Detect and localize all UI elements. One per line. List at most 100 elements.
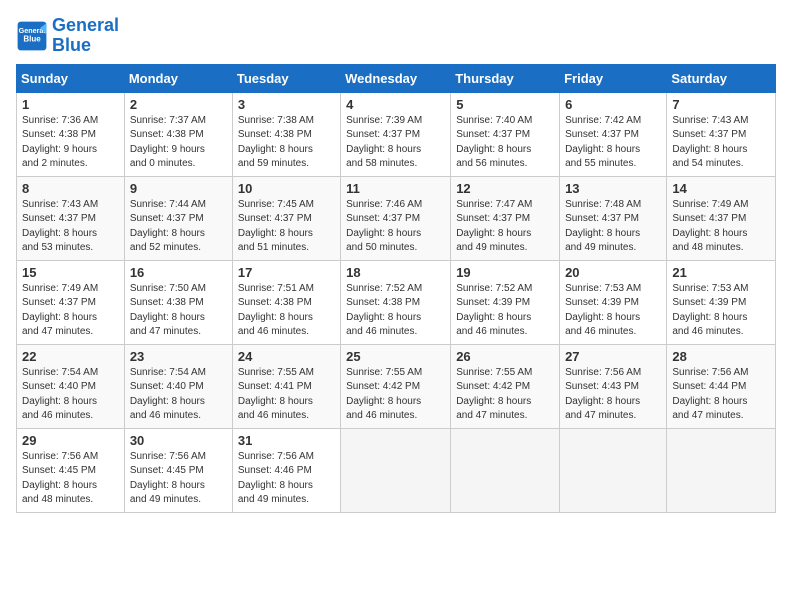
day-detail: Sunrise: 7:56 AM Sunset: 4:43 PM Dayligh… (565, 366, 661, 424)
calendar-cell: 22 Sunrise: 7:54 AM Sunset: 4:40 PM Dayli… (17, 344, 125, 428)
day-detail: Sunrise: 7:55 AM Sunset: 4:42 PM Dayligh… (456, 366, 554, 424)
day-detail: Sunrise: 7:43 AM Sunset: 4:37 PM Dayligh… (22, 198, 119, 256)
day-detail: Sunrise: 7:43 AM Sunset: 4:37 PM Dayligh… (672, 114, 770, 172)
day-detail: Sunrise: 7:42 AM Sunset: 4:37 PM Dayligh… (565, 114, 661, 172)
day-detail: Sunrise: 7:36 AM Sunset: 4:38 PM Dayligh… (22, 114, 119, 172)
day-detail: Sunrise: 7:50 AM Sunset: 4:38 PM Dayligh… (130, 282, 227, 340)
calendar-cell: 3 Sunrise: 7:38 AM Sunset: 4:38 PM Daylig… (232, 92, 340, 176)
day-detail: Sunrise: 7:45 AM Sunset: 4:37 PM Dayligh… (238, 198, 335, 256)
day-detail: Sunrise: 7:39 AM Sunset: 4:37 PM Dayligh… (346, 114, 445, 172)
calendar-cell: 4 Sunrise: 7:39 AM Sunset: 4:37 PM Daylig… (341, 92, 451, 176)
day-header-wednesday: Wednesday (341, 64, 451, 92)
day-detail: Sunrise: 7:55 AM Sunset: 4:42 PM Dayligh… (346, 366, 445, 424)
day-number: 2 (130, 97, 227, 112)
calendar-cell: 25 Sunrise: 7:55 AM Sunset: 4:42 PM Dayli… (341, 344, 451, 428)
calendar-cell (667, 428, 776, 512)
day-number: 8 (22, 181, 119, 196)
calendar-cell: 28Sunrise: 7:56 AM Sunset: 4:44 PM Dayli… (667, 344, 776, 428)
calendar-cell: 2Sunrise: 7:37 AM Sunset: 4:38 PM Daylig… (124, 92, 232, 176)
day-number: 3 (238, 97, 335, 112)
calendar-cell (341, 428, 451, 512)
calendar-cell: 5 Sunrise: 7:40 AM Sunset: 4:37 PM Daylig… (451, 92, 560, 176)
calendar-cell: 7Sunrise: 7:43 AM Sunset: 4:37 PM Daylig… (667, 92, 776, 176)
calendar-week-row: 29 Sunrise: 7:56 AM Sunset: 4:45 PM Dayli… (17, 428, 776, 512)
day-header-thursday: Thursday (451, 64, 560, 92)
calendar-cell: 16 Sunrise: 7:50 AM Sunset: 4:38 PM Dayli… (124, 260, 232, 344)
day-detail: Sunrise: 7:56 AM Sunset: 4:45 PM Dayligh… (22, 450, 119, 508)
calendar-week-row: 1 Sunrise: 7:36 AM Sunset: 4:38 PM Daylig… (17, 92, 776, 176)
day-header-tuesday: Tuesday (232, 64, 340, 92)
day-detail: Sunrise: 7:55 AM Sunset: 4:41 PM Dayligh… (238, 366, 335, 424)
day-number: 17 (238, 265, 335, 280)
day-number: 1 (22, 97, 119, 112)
calendar-table: SundayMondayTuesdayWednesdayThursdayFrid… (16, 64, 776, 513)
calendar-cell: 14 Sunrise: 7:49 AM Sunset: 4:37 PM Dayli… (667, 176, 776, 260)
calendar-cell: 17Sunrise: 7:51 AM Sunset: 4:38 PM Dayli… (232, 260, 340, 344)
day-number: 20 (565, 265, 661, 280)
day-number: 12 (456, 181, 554, 196)
day-detail: Sunrise: 7:54 AM Sunset: 4:40 PM Dayligh… (22, 366, 119, 424)
calendar-cell: 19 Sunrise: 7:52 AM Sunset: 4:39 PM Dayli… (451, 260, 560, 344)
day-detail: Sunrise: 7:56 AM Sunset: 4:45 PM Dayligh… (130, 450, 227, 508)
day-number: 24 (238, 349, 335, 364)
calendar-cell: 1 Sunrise: 7:36 AM Sunset: 4:38 PM Daylig… (17, 92, 125, 176)
calendar-cell: 6 Sunrise: 7:42 AM Sunset: 4:37 PM Daylig… (560, 92, 667, 176)
day-number: 22 (22, 349, 119, 364)
calendar-cell: 29 Sunrise: 7:56 AM Sunset: 4:45 PM Dayli… (17, 428, 125, 512)
day-number: 25 (346, 349, 445, 364)
calendar-cell: 27 Sunrise: 7:56 AM Sunset: 4:43 PM Dayli… (560, 344, 667, 428)
day-detail: Sunrise: 7:52 AM Sunset: 4:39 PM Dayligh… (456, 282, 554, 340)
day-number: 21 (672, 265, 770, 280)
calendar-cell: 26Sunrise: 7:55 AM Sunset: 4:42 PM Dayli… (451, 344, 560, 428)
day-detail: Sunrise: 7:44 AM Sunset: 4:37 PM Dayligh… (130, 198, 227, 256)
day-header-friday: Friday (560, 64, 667, 92)
day-number: 4 (346, 97, 445, 112)
calendar-cell: 12 Sunrise: 7:47 AM Sunset: 4:37 PM Dayli… (451, 176, 560, 260)
calendar-cell: 18 Sunrise: 7:52 AM Sunset: 4:38 PM Dayli… (341, 260, 451, 344)
calendar-week-row: 15Sunrise: 7:49 AM Sunset: 4:37 PM Dayli… (17, 260, 776, 344)
day-number: 18 (346, 265, 445, 280)
logo-icon: General Blue (16, 20, 48, 52)
calendar-cell: 15Sunrise: 7:49 AM Sunset: 4:37 PM Dayli… (17, 260, 125, 344)
calendar-cell: 11Sunrise: 7:46 AM Sunset: 4:37 PM Dayli… (341, 176, 451, 260)
day-header-monday: Monday (124, 64, 232, 92)
day-header-sunday: Sunday (17, 64, 125, 92)
day-detail: Sunrise: 7:46 AM Sunset: 4:37 PM Dayligh… (346, 198, 445, 256)
day-number: 31 (238, 433, 335, 448)
day-detail: Sunrise: 7:47 AM Sunset: 4:37 PM Dayligh… (456, 198, 554, 256)
day-detail: Sunrise: 7:49 AM Sunset: 4:37 PM Dayligh… (22, 282, 119, 340)
calendar-cell: 10Sunrise: 7:45 AM Sunset: 4:37 PM Dayli… (232, 176, 340, 260)
day-number: 13 (565, 181, 661, 196)
day-detail: Sunrise: 7:38 AM Sunset: 4:38 PM Dayligh… (238, 114, 335, 172)
day-number: 9 (130, 181, 227, 196)
day-detail: Sunrise: 7:52 AM Sunset: 4:38 PM Dayligh… (346, 282, 445, 340)
day-number: 29 (22, 433, 119, 448)
day-number: 14 (672, 181, 770, 196)
day-header-saturday: Saturday (667, 64, 776, 92)
day-number: 19 (456, 265, 554, 280)
calendar-week-row: 22 Sunrise: 7:54 AM Sunset: 4:40 PM Dayli… (17, 344, 776, 428)
day-number: 27 (565, 349, 661, 364)
day-detail: Sunrise: 7:54 AM Sunset: 4:40 PM Dayligh… (130, 366, 227, 424)
day-number: 6 (565, 97, 661, 112)
day-number: 16 (130, 265, 227, 280)
day-detail: Sunrise: 7:48 AM Sunset: 4:37 PM Dayligh… (565, 198, 661, 256)
day-detail: Sunrise: 7:40 AM Sunset: 4:37 PM Dayligh… (456, 114, 554, 172)
calendar-cell: 9 Sunrise: 7:44 AM Sunset: 4:37 PM Daylig… (124, 176, 232, 260)
calendar-cell (560, 428, 667, 512)
calendar-cell: 21Sunrise: 7:53 AM Sunset: 4:39 PM Dayli… (667, 260, 776, 344)
calendar-cell: 23Sunrise: 7:54 AM Sunset: 4:40 PM Dayli… (124, 344, 232, 428)
calendar-cell: 13 Sunrise: 7:48 AM Sunset: 4:37 PM Dayli… (560, 176, 667, 260)
calendar-cell: 31 Sunrise: 7:56 AM Sunset: 4:46 PM Dayli… (232, 428, 340, 512)
svg-text:Blue: Blue (23, 34, 41, 43)
page-header: General Blue GeneralBlue (16, 16, 776, 56)
calendar-cell (451, 428, 560, 512)
day-detail: Sunrise: 7:56 AM Sunset: 4:46 PM Dayligh… (238, 450, 335, 508)
day-detail: Sunrise: 7:49 AM Sunset: 4:37 PM Dayligh… (672, 198, 770, 256)
calendar-cell: 24 Sunrise: 7:55 AM Sunset: 4:41 PM Dayli… (232, 344, 340, 428)
day-number: 5 (456, 97, 554, 112)
logo-text: GeneralBlue (52, 16, 119, 56)
logo: General Blue GeneralBlue (16, 16, 119, 56)
calendar-week-row: 8 Sunrise: 7:43 AM Sunset: 4:37 PM Daylig… (17, 176, 776, 260)
calendar-cell: 8 Sunrise: 7:43 AM Sunset: 4:37 PM Daylig… (17, 176, 125, 260)
